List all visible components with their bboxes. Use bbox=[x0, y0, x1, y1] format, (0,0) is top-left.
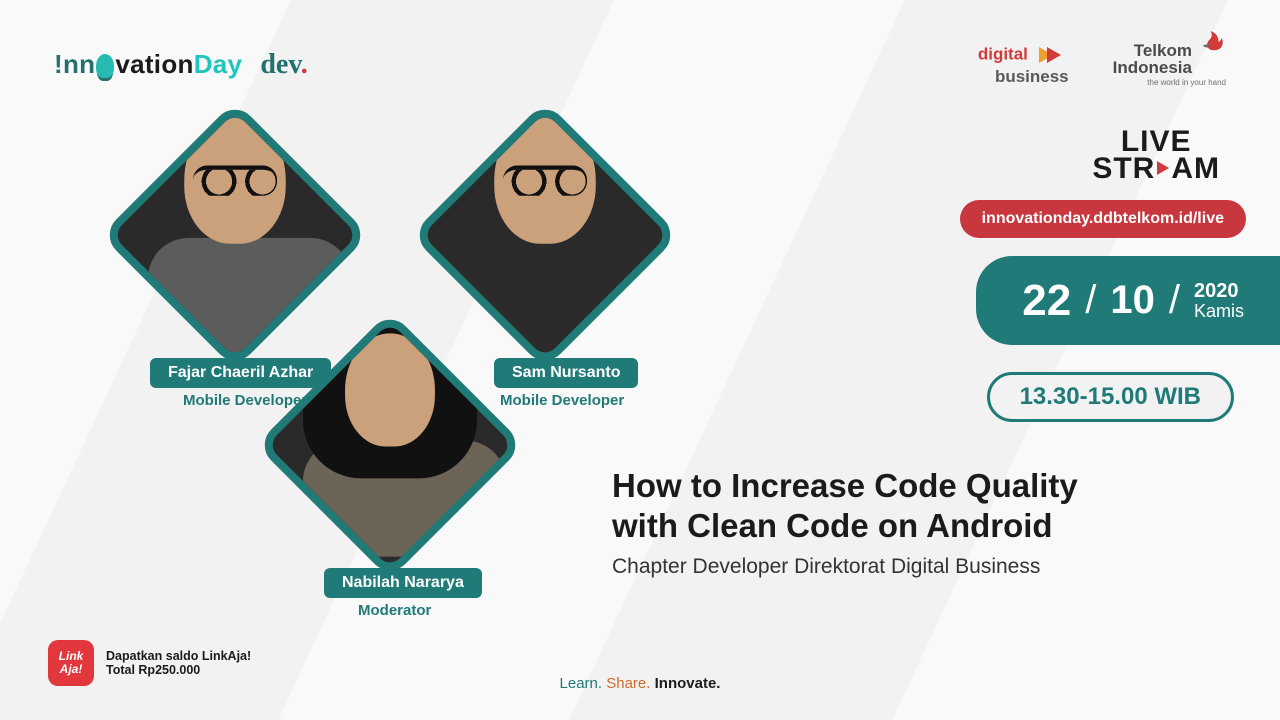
innovationday-post: vation bbox=[115, 49, 193, 80]
innovationday-day: Day bbox=[194, 49, 243, 80]
digital-bottom: business bbox=[995, 67, 1069, 86]
dev-text: dev bbox=[260, 49, 300, 80]
telkom-hand-icon bbox=[1200, 24, 1228, 52]
promo-line1: Dapatkan saldo LinkAja! bbox=[106, 649, 251, 663]
logos-left: !nn vation Day dev. bbox=[54, 49, 308, 81]
tagline-learn: Learn. bbox=[560, 675, 603, 692]
speaker-2-portrait bbox=[458, 116, 632, 354]
dev-dot-icon: . bbox=[301, 49, 308, 80]
speaker-1-photo-frame bbox=[101, 101, 370, 370]
tagline-share: Share. bbox=[606, 675, 650, 692]
digital-top: digital bbox=[978, 44, 1028, 63]
digital-business-logo: digital business bbox=[978, 42, 1069, 85]
speaker-3-role: Moderator bbox=[358, 602, 431, 619]
event-subtitle: Chapter Developer Direktorat Digital Bus… bbox=[612, 555, 1232, 579]
event-title: How to Increase Code Quality with Clean … bbox=[612, 466, 1232, 579]
speaker-1-role: Mobile Developer bbox=[183, 392, 307, 409]
speaker-2-photo-frame bbox=[411, 101, 680, 370]
telkom-tag: the world in your hand bbox=[1113, 78, 1226, 87]
date-month: 10 bbox=[1110, 278, 1155, 323]
innovationday-pre: !nn bbox=[54, 49, 95, 80]
speaker-1-name: Fajar Chaeril Azhar bbox=[150, 358, 331, 388]
date-sep1: / bbox=[1085, 278, 1096, 323]
title-line1: How to Increase Code Quality bbox=[612, 467, 1078, 504]
date-year: 2020 bbox=[1194, 280, 1239, 302]
tagline-innovate: Innovate. bbox=[655, 675, 721, 692]
date-dow: Kamis bbox=[1194, 302, 1244, 321]
tagline: Learn. Share. Innovate. bbox=[0, 675, 1280, 692]
date-day: 22 bbox=[1022, 279, 1071, 323]
play-icon bbox=[1157, 161, 1169, 175]
telkom-line2: Indonesia bbox=[1113, 58, 1192, 77]
telkom-logo: Telkom Indonesia the world in your hand bbox=[1113, 42, 1226, 87]
speaker-1-portrait bbox=[148, 116, 322, 354]
livestream-url[interactable]: innovationday.ddbtelkom.id/live bbox=[960, 200, 1246, 238]
header: !nn vation Day dev. digital business Tel… bbox=[54, 42, 1226, 87]
speaker-3-photo-frame bbox=[256, 311, 525, 580]
date-sep2: / bbox=[1169, 278, 1180, 323]
logos-right: digital business Telkom Indonesia the wo… bbox=[978, 42, 1226, 87]
speaker-2-role: Mobile Developer bbox=[500, 392, 624, 409]
speaker-3-name: Nabilah Nararya bbox=[324, 568, 482, 598]
title-line2: with Clean Code on Android bbox=[612, 507, 1053, 544]
date-box: 22 / 10 / 2020 Kamis bbox=[976, 256, 1280, 345]
time-box: 13.30-15.00 WIB bbox=[987, 372, 1234, 422]
digital-business-mark-icon bbox=[1039, 42, 1069, 68]
livestream-label: LIVE STRAM bbox=[1092, 128, 1220, 182]
dev-logo: dev. bbox=[260, 49, 307, 81]
bulb-icon bbox=[96, 54, 114, 78]
innovationday-logo: !nn vation Day bbox=[54, 49, 242, 80]
speaker-2-name: Sam Nursanto bbox=[494, 358, 638, 388]
